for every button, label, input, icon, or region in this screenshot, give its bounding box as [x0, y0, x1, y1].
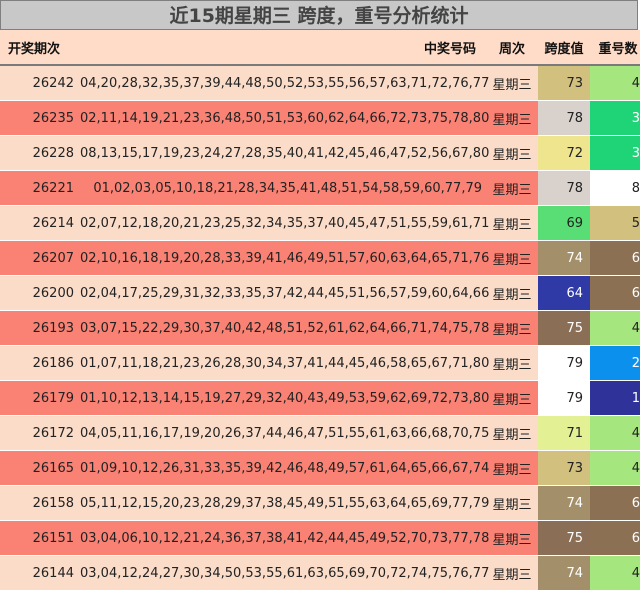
numbers-cell: 04,05,11,16,17,19,20,26,37,44,46,47,51,5…	[80, 415, 489, 451]
period-cell: 26144	[0, 555, 80, 591]
repeat-cell: 3	[590, 100, 640, 136]
span-cell: 73	[538, 450, 590, 486]
repeat-cell: 6	[590, 275, 640, 311]
span-cell: 64	[538, 275, 590, 311]
numbers-cell: 01,07,11,18,21,23,26,28,30,34,37,41,44,4…	[80, 345, 489, 381]
weekday-cell: 星期三	[486, 345, 538, 381]
stats-table: 开奖期次 中奖号码 周次 跨度值 重号数 26242 04,20,28,32,35…	[0, 30, 640, 591]
table-row: 26158 05,11,12,15,20,23,28,29,37,38,45,49…	[0, 485, 640, 521]
weekday-cell: 星期三	[486, 170, 538, 206]
period-cell: 26179	[0, 380, 80, 416]
repeat-cell: 6	[590, 485, 640, 521]
period-cell: 26235	[0, 100, 80, 136]
weekday-cell: 星期三	[486, 275, 538, 311]
span-cell: 71	[538, 415, 590, 451]
period-cell: 26186	[0, 345, 80, 381]
table-row: 26228 08,13,15,17,19,23,24,27,28,35,40,41…	[0, 135, 640, 171]
table-row: 26214 02,07,12,18,20,21,23,25,32,34,35,37…	[0, 205, 640, 241]
weekday-cell: 星期三	[486, 485, 538, 521]
table-row: 26221 01,02,03,05,10,18,21,28,34,35,41,48…	[0, 170, 640, 206]
table-row: 26151 03,04,06,10,12,21,24,36,37,38,41,42…	[0, 520, 640, 556]
repeat-cell: 4	[590, 450, 640, 486]
page-title: 近15期星期三 跨度，重号分析统计	[0, 0, 638, 30]
span-cell: 74	[538, 555, 590, 591]
repeat-cell: 4	[590, 310, 640, 346]
column-header-period: 开奖期次	[0, 30, 80, 66]
weekday-cell: 星期三	[486, 520, 538, 556]
table-row: 26144 03,04,12,24,27,30,34,50,53,55,61,63…	[0, 555, 640, 591]
numbers-cell: 01,09,10,12,26,31,33,35,39,42,46,48,49,5…	[80, 450, 489, 486]
repeat-cell: 3	[590, 135, 640, 171]
period-cell: 26207	[0, 240, 80, 276]
column-header-weekday: 周次	[486, 30, 538, 66]
span-cell: 75	[538, 310, 590, 346]
period-cell: 26151	[0, 520, 80, 556]
repeat-cell: 6	[590, 240, 640, 276]
span-cell: 78	[538, 170, 590, 206]
table-row: 26242 04,20,28,32,35,37,39,44,48,50,52,53…	[0, 64, 640, 101]
span-cell: 69	[538, 205, 590, 241]
span-cell: 79	[538, 380, 590, 416]
span-cell: 75	[538, 520, 590, 556]
weekday-cell: 星期三	[486, 100, 538, 136]
repeat-cell: 6	[590, 520, 640, 556]
period-cell: 26214	[0, 205, 80, 241]
table-row: 26193 03,07,15,22,29,30,37,40,42,48,51,52…	[0, 310, 640, 346]
weekday-cell: 星期三	[486, 240, 538, 276]
column-header-span: 跨度值	[538, 30, 590, 66]
numbers-cell: 04,20,28,32,35,37,39,44,48,50,52,53,55,5…	[80, 64, 489, 101]
span-cell: 78	[538, 100, 590, 136]
weekday-cell: 星期三	[486, 415, 538, 451]
numbers-cell: 02,07,12,18,20,21,23,25,32,34,35,37,40,4…	[80, 205, 489, 241]
table-row: 26186 01,07,11,18,21,23,26,28,30,34,37,41…	[0, 345, 640, 381]
period-cell: 26228	[0, 135, 80, 171]
table-row: 26179 01,10,12,13,14,15,19,27,29,32,40,43…	[0, 380, 640, 416]
weekday-cell: 星期三	[486, 205, 538, 241]
repeat-cell: 4	[590, 555, 640, 591]
weekday-cell: 星期三	[486, 64, 538, 101]
numbers-cell: 02,10,16,18,19,20,28,33,39,41,46,49,51,5…	[80, 240, 489, 276]
table-header-row: 开奖期次 中奖号码 周次 跨度值 重号数	[0, 30, 640, 66]
weekday-cell: 星期三	[486, 450, 538, 486]
repeat-cell: 5	[590, 205, 640, 241]
span-cell: 79	[538, 345, 590, 381]
period-cell: 26172	[0, 415, 80, 451]
period-cell: 26158	[0, 485, 80, 521]
column-header-repeat: 重号数	[590, 30, 640, 66]
repeat-cell: 8	[590, 170, 640, 206]
table-row: 26207 02,10,16,18,19,20,28,33,39,41,46,49…	[0, 240, 640, 276]
numbers-cell: 03,04,06,10,12,21,24,36,37,38,41,42,44,4…	[80, 520, 489, 556]
table-row: 26165 01,09,10,12,26,31,33,35,39,42,46,48…	[0, 450, 640, 486]
period-cell: 26242	[0, 64, 80, 101]
weekday-cell: 星期三	[486, 135, 538, 171]
period-cell: 26193	[0, 310, 80, 346]
period-cell: 26200	[0, 275, 80, 311]
weekday-cell: 星期三	[486, 310, 538, 346]
period-cell: 26221	[0, 170, 80, 206]
column-header-numbers: 中奖号码	[80, 30, 486, 66]
numbers-cell: 08,13,15,17,19,23,24,27,28,35,40,41,42,4…	[80, 135, 489, 171]
numbers-cell: 01,10,12,13,14,15,19,27,29,32,40,43,49,5…	[80, 380, 489, 416]
table-row: 26235 02,11,14,19,21,23,36,48,50,51,53,60…	[0, 100, 640, 136]
table-body: 26242 04,20,28,32,35,37,39,44,48,50,52,53…	[0, 64, 640, 591]
repeat-cell: 4	[590, 64, 640, 101]
numbers-cell: 02,11,14,19,21,23,36,48,50,51,53,60,62,6…	[80, 100, 489, 136]
numbers-cell: 02,04,17,25,29,31,32,33,35,37,42,44,45,5…	[80, 275, 489, 311]
repeat-cell: 4	[590, 415, 640, 451]
span-cell: 74	[538, 240, 590, 276]
period-cell: 26165	[0, 450, 80, 486]
weekday-cell: 星期三	[486, 555, 538, 591]
span-cell: 74	[538, 485, 590, 521]
numbers-cell: 01,02,03,05,10,18,21,28,34,35,41,48,51,5…	[80, 170, 486, 206]
repeat-cell: 2	[590, 345, 640, 381]
table-row: 26172 04,05,11,16,17,19,20,26,37,44,46,47…	[0, 415, 640, 451]
numbers-cell: 05,11,12,15,20,23,28,29,37,38,45,49,51,5…	[80, 485, 489, 521]
span-cell: 72	[538, 135, 590, 171]
numbers-cell: 03,04,12,24,27,30,34,50,53,55,61,63,65,6…	[80, 555, 489, 591]
weekday-cell: 星期三	[486, 380, 538, 416]
repeat-cell: 1	[590, 380, 640, 416]
span-cell: 73	[538, 64, 590, 101]
table-row: 26200 02,04,17,25,29,31,32,33,35,37,42,44…	[0, 275, 640, 311]
numbers-cell: 03,07,15,22,29,30,37,40,42,48,51,52,61,6…	[80, 310, 489, 346]
